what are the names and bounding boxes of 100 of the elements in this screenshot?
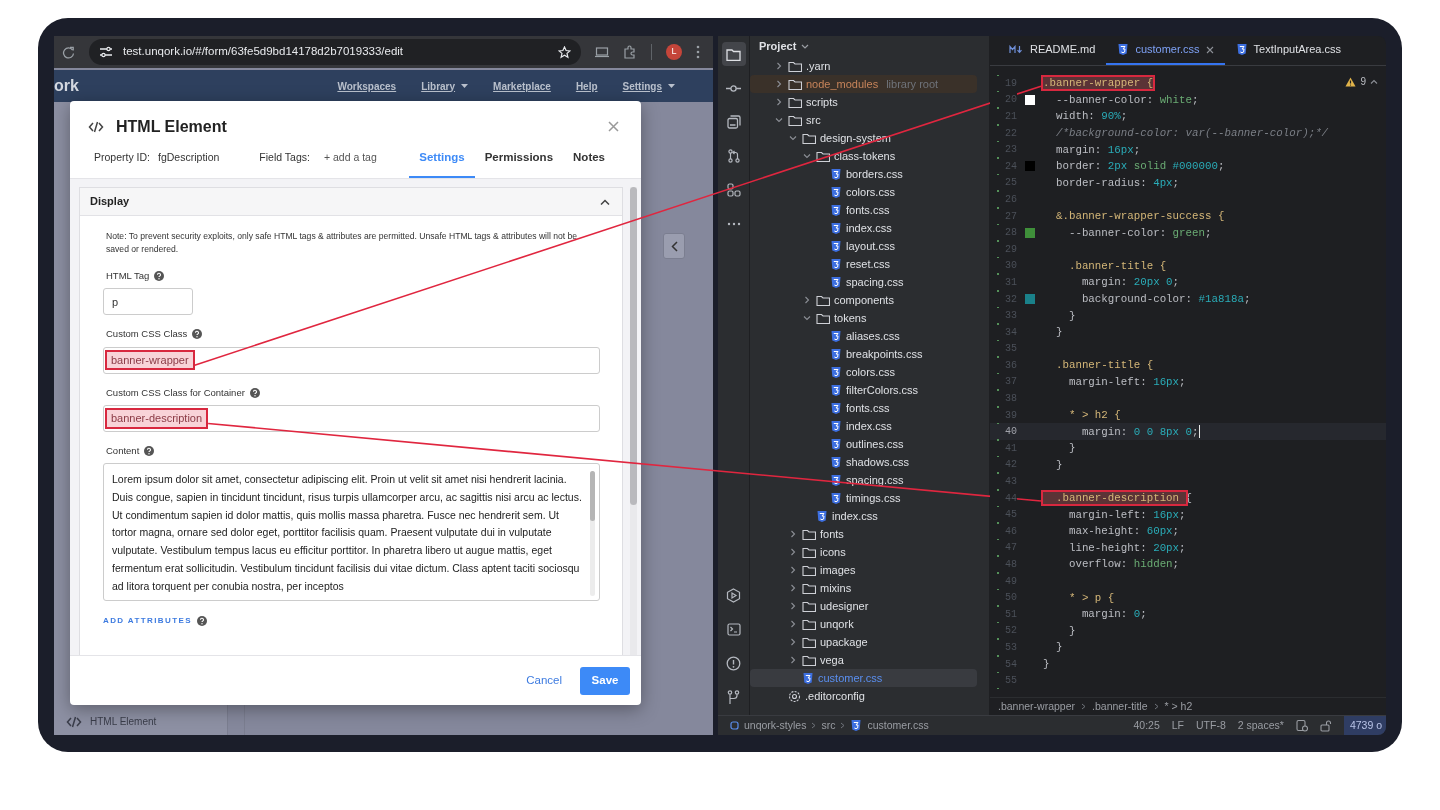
tree-item[interactable]: index.css	[750, 219, 977, 237]
reload-icon[interactable]	[62, 45, 75, 59]
tree-item[interactable]: scripts	[750, 93, 977, 111]
chevron-right-icon[interactable]	[803, 296, 811, 304]
editor-tab[interactable]: README.md	[998, 36, 1107, 65]
tree-item[interactable]: outlines.css	[750, 435, 977, 453]
close-button[interactable]	[608, 121, 619, 133]
tree-item[interactable]: fonts	[750, 525, 977, 543]
tree-item[interactable]: tokens	[750, 309, 977, 327]
breadcrumb-item[interactable]: .banner-wrapper	[998, 698, 1076, 715]
path-item[interactable]: unqork-styles	[744, 717, 807, 734]
file-name: .editorconfig	[805, 688, 865, 704]
panel-title[interactable]: Project	[759, 38, 797, 55]
code-line: max-height: 60px;	[1067, 524, 1180, 540]
tree-item[interactable]: components	[750, 291, 977, 309]
section-header[interactable]: Display	[80, 188, 622, 217]
tree-item[interactable]: .editorconfig	[750, 687, 977, 705]
indent-setting[interactable]: 2 spaces*	[1237, 717, 1284, 734]
tree-item[interactable]: aliases.css	[750, 327, 977, 345]
chevron-right-icon[interactable]	[775, 80, 783, 88]
chevron-right-icon[interactable]	[775, 98, 783, 106]
screen-icon[interactable]	[595, 46, 609, 58]
profile-avatar[interactable]: L	[666, 44, 682, 60]
text-input[interactable]: banner-description	[103, 404, 600, 432]
tree-item[interactable]: vega	[750, 651, 977, 669]
tree-item[interactable]: node_modules library root	[750, 75, 977, 93]
puzzle-icon[interactable]	[623, 45, 637, 59]
tree-item[interactable]: spacing.css	[750, 273, 977, 291]
tree-item[interactable]: udesigner	[750, 597, 977, 615]
cursor-position[interactable]: 40:25	[1133, 717, 1160, 734]
chevron-down-icon[interactable]	[803, 152, 811, 160]
tree-item[interactable]: class-tokens	[750, 147, 977, 165]
memory-indicator[interactable]: 4739 o	[1343, 716, 1386, 735]
tree-item[interactable]: fonts.css	[750, 201, 977, 219]
chevron-right-icon[interactable]	[775, 62, 783, 70]
chevron-right-icon[interactable]	[789, 548, 797, 556]
nav-link[interactable]: Library	[421, 78, 469, 94]
tree-item[interactable]: colors.css	[750, 183, 977, 201]
warning-icon[interactable]	[1345, 76, 1357, 87]
nav-link[interactable]: Settings	[622, 78, 675, 94]
tree-item[interactable]: unqork	[750, 615, 977, 633]
tree-item[interactable]: index.css	[750, 417, 977, 435]
tree-item[interactable]: colors.css	[750, 363, 977, 381]
breadcrumb-item[interactable]: .banner-title	[1092, 698, 1148, 715]
tab[interactable]: Permissions	[474, 148, 564, 179]
tree-item[interactable]: reset.css	[750, 255, 977, 273]
tree-item[interactable]: layout.css	[750, 237, 977, 255]
text-input[interactable]: banner-wrapper	[103, 346, 600, 374]
collapse-button[interactable]	[663, 233, 685, 259]
chevron-down-icon[interactable]	[775, 116, 783, 124]
tree-item[interactable]: mixins	[750, 579, 977, 597]
chevron-right-icon[interactable]	[789, 620, 797, 628]
nav-link[interactable]: Marketplace	[493, 78, 551, 94]
tree-item[interactable]: upackage	[750, 633, 977, 651]
lock-icon[interactable]	[1319, 719, 1332, 732]
chevron-right-icon[interactable]	[789, 584, 797, 592]
tree-item[interactable]: fonts.css	[750, 399, 977, 417]
content-textarea[interactable]: Lorem ipsum dolor sit amet, consectetur adipiscing elit. Proin ut velit sit amet nisi hendrerit lacinia. Duis congue, sapien in tincidunt tincidunt, risus turpis ullamcorper arcu, ac sagittis nisi arcu ac lectus. Ut condimentum sapien id dolor mattis, quis mollis massa pharetra. Fusce nec hendrerit sem. Ut tortor magna, ornare sed dolor eget, porttitor facilisis quam. Praesent vulputate dui in vulputate vulputate. Vestibulum tempus lacus eu efficitur porttitor. In pharetra libero ut augue mattis, eget fermentum erat sollicitudin. Vestibulum tincidunt facilisis dui vitae dictum. Class aptent taciti sociosqu ad litora torquent per conubia nostra, per inceptos	[103, 463, 600, 601]
nav-link[interactable]: Help	[575, 78, 598, 94]
star-icon[interactable]	[558, 45, 571, 59]
add-attributes-link[interactable]: ADD ATTRIBUTES	[103, 614, 600, 627]
tree-item[interactable]: spacing.css	[750, 471, 977, 489]
file-encoding[interactable]: UTF-8	[1196, 717, 1226, 734]
project-tool-button[interactable]	[721, 42, 746, 66]
chevron-down-icon[interactable]	[803, 314, 811, 322]
address-bar[interactable]: test.unqork.io/#/form/63fe5d9bd14178d2b7019333/edit	[89, 39, 581, 65]
tree-item[interactable]: borders.css	[750, 165, 977, 183]
tab[interactable]: Notes	[563, 148, 615, 179]
tree-item[interactable]: breakpoints.css	[750, 345, 977, 363]
path-item[interactable]: customer.css	[867, 717, 929, 734]
tree-item[interactable]: src	[750, 111, 977, 129]
chevron-right-icon[interactable]	[789, 530, 797, 538]
close-icon[interactable]	[1205, 45, 1214, 54]
chevron-down-icon[interactable]	[789, 134, 797, 142]
chevron-right-icon[interactable]	[789, 566, 797, 574]
text-input[interactable]: p	[103, 288, 193, 316]
chevron-right-icon[interactable]	[789, 602, 797, 610]
more-icon[interactable]	[696, 45, 700, 59]
editor-tab[interactable]: customer.css	[1106, 36, 1225, 65]
editor-tab[interactable]: TextInputArea.css	[1224, 36, 1353, 65]
scrollbar-thumb[interactable]	[630, 187, 637, 506]
nav-link[interactable]: Workspaces	[337, 78, 397, 94]
tree-item[interactable]: customer.css	[750, 669, 977, 687]
tree-item[interactable]: images	[750, 561, 977, 579]
tree-item[interactable]: shadows.css	[750, 453, 977, 471]
chevron-down-icon[interactable]	[801, 44, 810, 49]
breadcrumb-item[interactable]: * > h2	[1164, 698, 1193, 715]
chevron-up-icon[interactable]	[1370, 79, 1378, 84]
cancel-button[interactable]: Cancel	[526, 671, 562, 690]
tree-item[interactable]: timings.css	[750, 489, 977, 507]
add-tag-link[interactable]: + add a tag	[323, 150, 377, 179]
line-ending[interactable]: LF	[1171, 717, 1184, 734]
tree-item[interactable]: icons	[750, 543, 977, 561]
chevron-right-icon[interactable]	[789, 656, 797, 664]
tree-item[interactable]: index.css	[750, 507, 977, 525]
chevron-right-icon[interactable]	[789, 638, 797, 646]
tree-item[interactable]: filterColors.css	[750, 381, 977, 399]
code-style-icon[interactable]	[1295, 719, 1308, 732]
path-item[interactable]: src	[821, 717, 836, 734]
tree-item[interactable]: .yarn	[750, 57, 977, 75]
